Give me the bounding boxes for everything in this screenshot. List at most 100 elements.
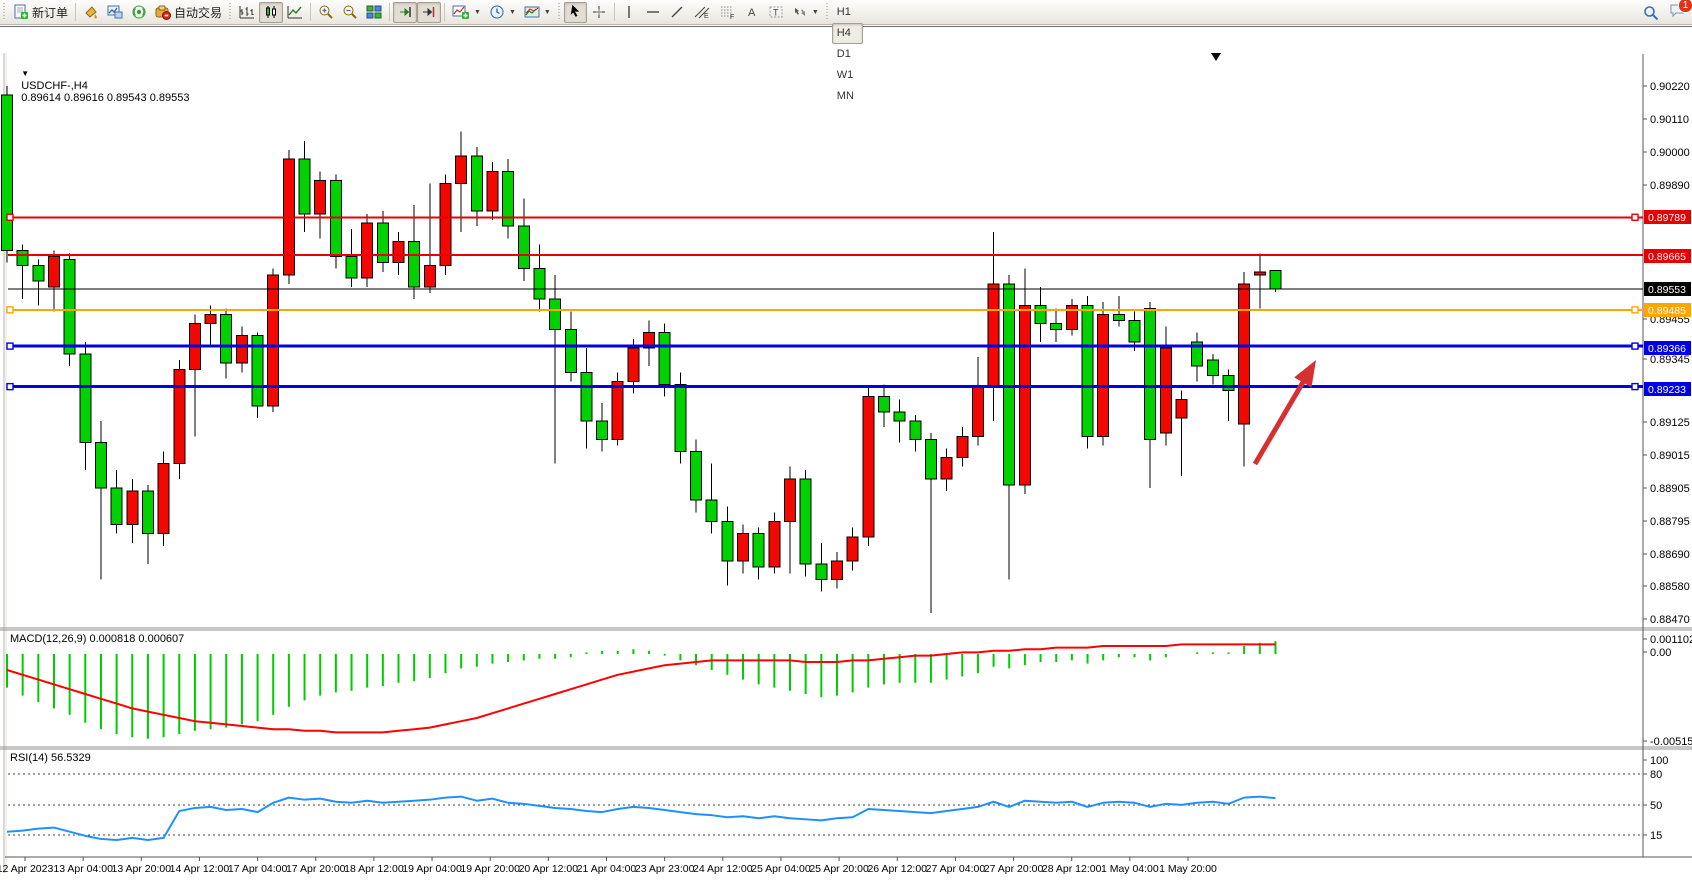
price-tick-label: 0.89890 (1650, 180, 1690, 192)
time-axis-label: 25 Apr 04:00 (751, 863, 811, 875)
profile-button[interactable] (103, 2, 127, 23)
macd-axis-label: 0.001102 (1650, 634, 1692, 646)
timeframe-button-H1[interactable]: H1 (832, 2, 863, 23)
candle-body (221, 314, 232, 363)
timeframe-button-W1[interactable]: W1 (832, 65, 863, 86)
rsi-axis-label: 15 (1650, 830, 1662, 842)
candle-body (1160, 348, 1171, 433)
toolbar-grip (228, 3, 233, 21)
horizontal-line-button[interactable] (641, 2, 665, 23)
macd-axis-label: 0.00 (1650, 647, 1671, 659)
timeframe-button-D1[interactable]: D1 (832, 44, 863, 65)
candle-body (17, 250, 28, 265)
zoom-out-button[interactable] (338, 2, 362, 23)
candle-body (1019, 305, 1030, 485)
text-label-button[interactable]: T (764, 2, 788, 23)
tile-windows-button[interactable] (362, 2, 386, 23)
vertical-line-icon (623, 4, 635, 20)
candle-body (346, 257, 357, 278)
timeframe-group: M1M5M15M30H1H4D1W1MN (832, 0, 863, 107)
candle-body (722, 522, 733, 562)
candle-body (1145, 308, 1156, 439)
candle-body (847, 537, 858, 561)
candle-body (659, 333, 670, 385)
candle-body (785, 479, 796, 522)
candle-body (33, 266, 44, 281)
periods-button[interactable]: ▼ (485, 2, 520, 23)
search-icon[interactable] (1643, 5, 1659, 21)
price-badge-label: 0.89485 (1648, 305, 1686, 317)
candle-body (769, 522, 780, 568)
bar-chart-button[interactable] (235, 2, 259, 23)
line-chart-button[interactable] (283, 2, 307, 23)
auto-trading-button[interactable]: 自动交易 (151, 2, 226, 23)
candle-body (988, 284, 999, 388)
svg-text:A: A (748, 7, 756, 19)
template-chart-icon (524, 4, 540, 20)
channel-button[interactable]: E (689, 2, 715, 23)
line-handle[interactable] (7, 214, 13, 220)
styler-button[interactable] (79, 2, 103, 23)
candle-body (1004, 284, 1015, 485)
candle-body (158, 464, 169, 534)
candle-body (1254, 272, 1265, 275)
time-axis-label: 23 Apr 23:00 (635, 863, 695, 875)
crosshair-button[interactable] (587, 2, 611, 23)
fibonacci-button[interactable]: F (715, 2, 741, 23)
line-handle[interactable] (7, 384, 13, 390)
bar-chart-icon (239, 4, 255, 20)
price-tick-label: 0.88580 (1650, 581, 1690, 593)
zoom-in-button[interactable] (314, 2, 338, 23)
svg-text:F: F (730, 14, 734, 20)
line-handle[interactable] (7, 307, 13, 313)
trendline-button[interactable] (665, 2, 689, 23)
time-axis-label: 20 Apr 12:00 (519, 863, 579, 875)
chevron-down-icon: ▼ (544, 9, 551, 16)
chart-canvas[interactable]: 0.902200.901100.900000.898900.894550.893… (0, 27, 1692, 880)
line-handle[interactable] (1632, 307, 1638, 313)
collapse-triangle-icon[interactable]: ▼ (21, 69, 29, 78)
new-order-button[interactable]: 新订单 (9, 2, 72, 23)
candle-body (972, 388, 983, 437)
chart-shift-button[interactable] (417, 2, 441, 23)
line-handle[interactable] (1632, 384, 1638, 390)
candle-body (1176, 400, 1187, 418)
templates-button[interactable]: ▼ (520, 2, 555, 23)
arrows-button[interactable]: ▼ (788, 2, 823, 23)
tile-windows-icon (366, 4, 382, 20)
svg-text:E: E (704, 13, 709, 20)
candle-body (581, 372, 592, 421)
timeframe-button-MN[interactable]: MN (832, 86, 863, 107)
cursor-button[interactable] (564, 2, 587, 23)
candle-body (440, 183, 451, 265)
candlestick-chart-button[interactable] (259, 2, 283, 23)
auto-scroll-button[interactable] (393, 2, 417, 23)
vertical-line-button[interactable] (618, 2, 641, 23)
candle-body (362, 223, 373, 278)
candle-body (1239, 284, 1250, 424)
candle-body (299, 159, 310, 214)
candle-body (1223, 375, 1234, 390)
timeframe-button-H4[interactable]: H4 (832, 23, 863, 44)
time-axis-label: 12 Apr 2023 (0, 863, 53, 875)
line-handle[interactable] (1632, 214, 1638, 220)
price-tick-label: 0.88690 (1650, 549, 1690, 561)
candle-body (550, 299, 561, 329)
signals-button[interactable] (127, 2, 151, 23)
line-handle[interactable] (1632, 343, 1638, 349)
candle-body (48, 257, 59, 287)
line-handle[interactable] (7, 343, 13, 349)
zoom-in-icon (318, 4, 334, 20)
candle-body (957, 436, 968, 457)
candle-body (706, 500, 717, 521)
indicators-button[interactable]: ▼ (448, 2, 485, 23)
signal-icon (131, 4, 147, 20)
cursor-arrow-icon (568, 4, 582, 20)
time-axis-label: 27 Apr 04:00 (926, 863, 986, 875)
rsi-axis-label: 80 (1650, 769, 1662, 781)
arrows-shapes-icon (792, 4, 808, 20)
time-axis-label: 13 Apr 20:00 (112, 863, 172, 875)
chat-button[interactable]: 1 (1669, 2, 1686, 23)
text-button[interactable]: A (741, 2, 764, 23)
zoom-out-icon (342, 4, 358, 20)
